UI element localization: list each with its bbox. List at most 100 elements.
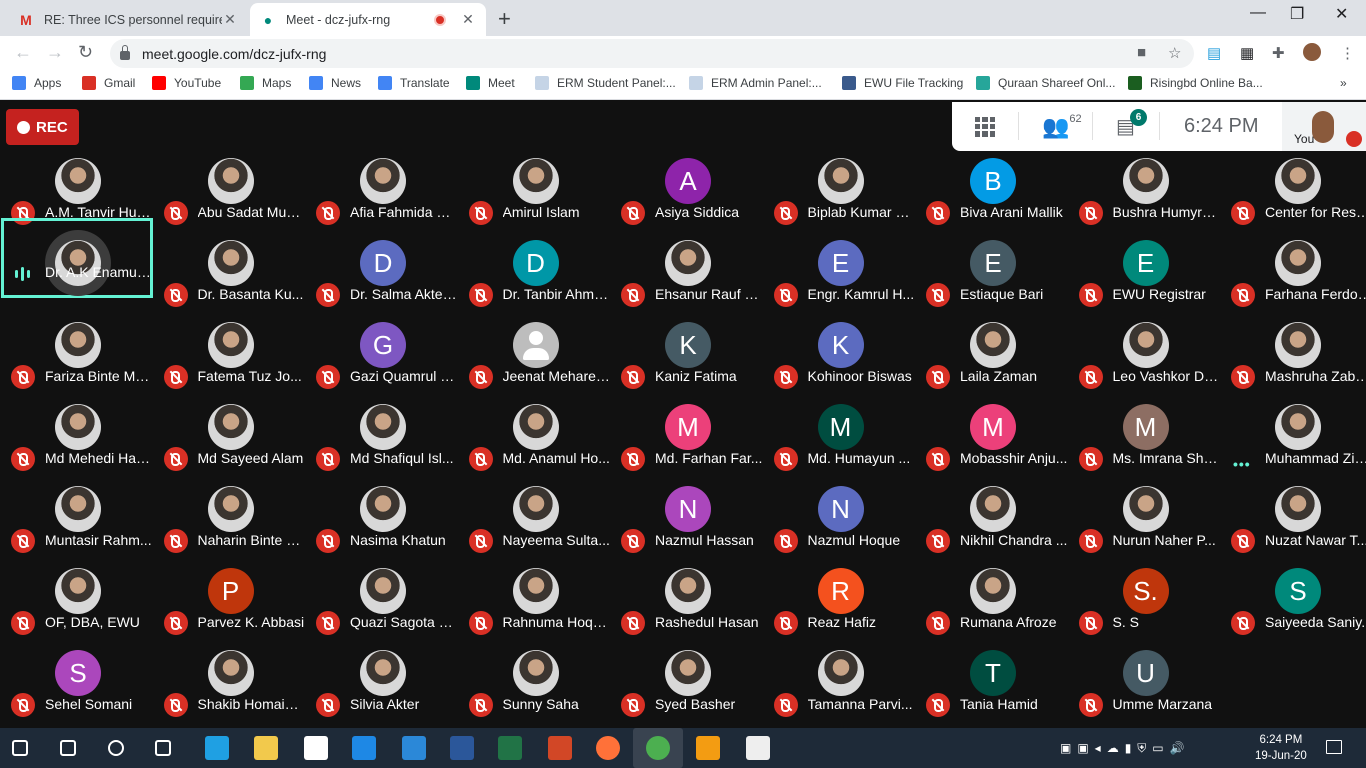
chrome-icon[interactable] bbox=[646, 736, 670, 760]
file-explorer-icon[interactable] bbox=[254, 736, 278, 760]
bookmarks-overflow-button[interactable]: » bbox=[1340, 76, 1347, 90]
system-tray-icons[interactable]: ▣▣◂☁▮⛨▭🔊 bbox=[1060, 741, 1191, 756]
more-options-icon[interactable]: ••• bbox=[1233, 456, 1251, 472]
edge-icon[interactable] bbox=[205, 736, 229, 760]
close-tab-icon[interactable]: ✕ bbox=[222, 11, 238, 28]
participant-tile[interactable]: S Saiyeeda Saniy... bbox=[1221, 568, 1366, 650]
participant-tile[interactable]: Nikhil Chandra ... bbox=[916, 486, 1068, 568]
participant-tile[interactable]: Dr. A.K Enamul ... bbox=[1, 218, 153, 298]
participant-tile[interactable]: Nasima Khatun bbox=[306, 486, 458, 568]
calculator-icon[interactable] bbox=[746, 736, 770, 760]
bookmark-maps[interactable]: Maps bbox=[240, 76, 291, 90]
chat-button[interactable]: ▤ 6 bbox=[1116, 102, 1150, 151]
participant-tile[interactable]: S. S. S bbox=[1069, 568, 1221, 650]
bookmark-apps[interactable]: Apps bbox=[12, 76, 61, 90]
media-player-icon[interactable] bbox=[696, 736, 720, 760]
participant-tile[interactable]: Syed Basher bbox=[611, 650, 763, 732]
participant-tile[interactable]: Amirul Islam bbox=[459, 158, 611, 240]
minimize-button[interactable]: — bbox=[1250, 4, 1266, 22]
participant-tile[interactable]: M Md. Farhan Far... bbox=[611, 404, 763, 486]
bookmark-ewu-file-tracking[interactable]: EWU File Tracking bbox=[842, 76, 963, 90]
firefox-icon[interactable] bbox=[596, 736, 620, 760]
participant-tile[interactable]: E EWU Registrar bbox=[1069, 240, 1221, 322]
search-icon[interactable] bbox=[60, 740, 76, 756]
participant-tile[interactable]: K Kohinoor Biswas bbox=[764, 322, 916, 404]
participant-tile[interactable]: Md Sayeed Alam bbox=[154, 404, 306, 486]
store-icon[interactable] bbox=[304, 736, 328, 760]
participants-button[interactable]: 👥 62 bbox=[1042, 102, 1082, 151]
participant-tile[interactable]: Ehsanur Rauf P... bbox=[611, 240, 763, 322]
participant-tile[interactable]: Fatema Tuz Jo... bbox=[154, 322, 306, 404]
participant-tile[interactable]: Dr. Basanta Ku... bbox=[154, 240, 306, 322]
participant-tile[interactable]: Jeenat Mehareen bbox=[459, 322, 611, 404]
restore-button[interactable]: ❐ bbox=[1290, 4, 1304, 24]
participant-tile[interactable]: Rumana Afroze bbox=[916, 568, 1068, 650]
participant-tile[interactable]: Md Mehedi Has... bbox=[1, 404, 153, 486]
bookmark-quraan-shareef-onl[interactable]: Quraan Shareef Onl... bbox=[976, 76, 1115, 90]
bookmark-translate[interactable]: Translate bbox=[378, 76, 450, 90]
menu-icon[interactable]: ⋮ bbox=[1340, 44, 1355, 62]
participant-tile[interactable]: Rashedul Hasan bbox=[611, 568, 763, 650]
participant-tile[interactable]: Shakib Homain ... bbox=[154, 650, 306, 732]
bookmark-meet[interactable]: Meet bbox=[466, 76, 515, 90]
recording-indicator[interactable]: REC bbox=[6, 109, 79, 145]
participant-tile[interactable]: E Estiaque Bari bbox=[916, 240, 1068, 322]
participant-tile[interactable]: G Gazi Quamrul H... bbox=[306, 322, 458, 404]
participant-tile[interactable]: K Kaniz Fatima bbox=[611, 322, 763, 404]
participant-tile[interactable]: Farhana Ferdousi bbox=[1221, 240, 1366, 322]
system-clock[interactable]: 6:24 PM 19-Jun-20 bbox=[1255, 732, 1307, 764]
self-view[interactable]: You bbox=[1282, 102, 1366, 151]
participant-tile[interactable]: T Tania Hamid bbox=[916, 650, 1068, 732]
close-window-button[interactable]: ✕ bbox=[1335, 4, 1348, 24]
participant-tile[interactable]: Nuzat Nawar T... bbox=[1221, 486, 1366, 568]
participant-tile[interactable]: Abu Sadat Muh... bbox=[154, 158, 306, 240]
participant-tile[interactable]: D Dr. Salma Akter... bbox=[306, 240, 458, 322]
participant-tile[interactable]: Nayeema Sulta... bbox=[459, 486, 611, 568]
reload-button[interactable]: ↻ bbox=[78, 42, 93, 63]
bookmark-erm-student-panel[interactable]: ERM Student Panel:... bbox=[535, 76, 676, 90]
participant-tile[interactable]: Md. Anamul Ho... bbox=[459, 404, 611, 486]
bookmark-risingbd-online-ba[interactable]: Risingbd Online Ba... bbox=[1128, 76, 1263, 90]
participant-tile[interactable]: B Biva Arani Mallik bbox=[916, 158, 1068, 240]
excel-icon[interactable] bbox=[498, 736, 522, 760]
participant-tile[interactable]: Quazi Sagota S... bbox=[306, 568, 458, 650]
participant-tile[interactable]: Md Shafiqul Isl... bbox=[306, 404, 458, 486]
forward-button[interactable]: → bbox=[46, 42, 64, 63]
participant-tile[interactable]: Silvia Akter bbox=[306, 650, 458, 732]
powerpoint-icon[interactable] bbox=[548, 736, 572, 760]
participant-tile[interactable]: N Nazmul Hoque bbox=[764, 486, 916, 568]
close-tab-icon[interactable]: ✕ bbox=[460, 11, 476, 28]
tab-meet[interactable]: ● Meet - dcz-jufx-rng ✕ bbox=[250, 3, 486, 36]
grid-extension-icon[interactable]: ▦ bbox=[1240, 44, 1254, 62]
participant-tile[interactable]: Rahnuma Hoqu... bbox=[459, 568, 611, 650]
participant-tile[interactable]: Leo Vashkor De... bbox=[1069, 322, 1221, 404]
participant-tile[interactable]: Mashruha Zabe... bbox=[1221, 322, 1366, 404]
address-bar[interactable]: meet.google.com/dcz-jufx-rng bbox=[110, 39, 1194, 68]
profile-avatar[interactable] bbox=[1303, 43, 1321, 61]
participant-tile[interactable]: Nurun Naher P... bbox=[1069, 486, 1221, 568]
extension-toggle-icon[interactable]: ▤ bbox=[1207, 44, 1221, 62]
extensions-icon[interactable]: ✚ bbox=[1272, 44, 1285, 62]
bookmark-star-icon[interactable]: ☆ bbox=[1168, 44, 1181, 62]
camera-icon[interactable]: ■ bbox=[1137, 44, 1146, 61]
participant-tile[interactable]: M Md. Humayun ... bbox=[764, 404, 916, 486]
word-icon[interactable] bbox=[450, 736, 474, 760]
participant-tile[interactable]: Fariza Binte Ma... bbox=[1, 322, 153, 404]
participant-tile[interactable]: U Umme Marzana bbox=[1069, 650, 1221, 732]
layout-button[interactable] bbox=[975, 102, 995, 151]
participant-tile[interactable]: A Asiya Siddica bbox=[611, 158, 763, 240]
participant-tile[interactable]: M Ms. Imrana Sha... bbox=[1069, 404, 1221, 486]
bookmark-youtube[interactable]: YouTube bbox=[152, 76, 221, 90]
tab-gmail[interactable]: M RE: Three ICS personnel required ✕ bbox=[8, 3, 248, 36]
bookmark-gmail[interactable]: Gmail bbox=[82, 76, 135, 90]
start-icon[interactable] bbox=[12, 740, 28, 756]
participant-tile[interactable]: R Reaz Hafiz bbox=[764, 568, 916, 650]
participant-tile[interactable]: Tamanna Parvi... bbox=[764, 650, 916, 732]
back-button[interactable]: ← bbox=[14, 42, 32, 63]
participant-tile[interactable]: ••• Muhammad Zia... bbox=[1221, 404, 1366, 486]
bookmark-erm-admin-panel[interactable]: ERM Admin Panel:... bbox=[689, 76, 822, 90]
participant-tile[interactable]: Bushra Humyra... bbox=[1069, 158, 1221, 240]
outlook-icon[interactable] bbox=[402, 736, 426, 760]
participant-tile[interactable]: M Mobasshir Anju... bbox=[916, 404, 1068, 486]
participant-tile[interactable]: Afia Fahmida D... bbox=[306, 158, 458, 240]
